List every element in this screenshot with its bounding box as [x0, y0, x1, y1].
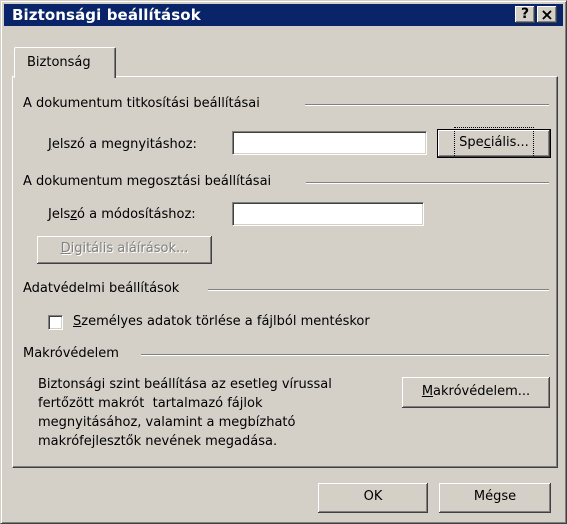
remove-personal-info-checkbox[interactable]: [48, 315, 63, 330]
remove-personal-info-label[interactable]: Személyes adatok törlése a fájlból menté…: [73, 314, 370, 329]
macro-group-divider: [141, 354, 549, 356]
encryption-group-title: A dokumentum titkosítási beállításai: [23, 96, 260, 111]
open-password-label: Jelszó a megnyitáshoz:: [48, 137, 197, 152]
privacy-group-title: Adatvédelmi beállítások: [23, 281, 180, 296]
modify-password-label: Jelszó a módosításhoz:: [48, 207, 196, 222]
close-icon: ×: [540, 5, 554, 24]
modify-password-input[interactable]: [232, 202, 424, 226]
open-password-input[interactable]: [232, 131, 427, 155]
macro-security-label: Makróvédelem...: [421, 384, 531, 399]
cancel-button-label: Mégse: [473, 489, 517, 504]
macro-description-line: makrófejlesztők nevének megadása.: [38, 434, 278, 449]
ok-button[interactable]: OK: [318, 483, 428, 513]
macro-group-title: Makróvédelem: [23, 346, 119, 361]
ok-button-label: OK: [363, 489, 383, 504]
digital-signatures-label: Digitális aláírások...: [60, 241, 189, 256]
advanced-button-label: Speciális...: [454, 127, 534, 158]
macro-security-button[interactable]: Makróvédelem...: [402, 377, 550, 408]
sharing-group-divider: [306, 182, 549, 184]
advanced-button[interactable]: Speciális...: [437, 127, 551, 158]
tab-security[interactable]: Biztonság: [14, 47, 116, 78]
digital-signatures-button[interactable]: Digitális aláírások...: [37, 236, 212, 264]
window-title: Biztonsági beállítások: [12, 6, 201, 24]
tab-security-label: Biztonság: [27, 55, 91, 70]
encryption-group-divider: [305, 104, 549, 106]
cancel-button[interactable]: Mégse: [439, 483, 551, 513]
help-button[interactable]: ?: [515, 6, 535, 23]
macro-description-line: fertőzött makrót tartalmazó fájlok: [38, 396, 263, 411]
close-button[interactable]: ×: [537, 6, 557, 23]
macro-description: Biztonsági szint beállítása az esetleg v…: [38, 375, 378, 451]
macro-description-line: Biztonsági szint beállítása az esetleg v…: [38, 377, 332, 392]
title-bar[interactable]: Biztonsági beállítások ? ×: [4, 4, 563, 26]
privacy-group-divider: [208, 289, 549, 291]
macro-description-line: megnyitásához, valamint a megbízható: [38, 415, 296, 430]
sharing-group-title: A dokumentum megosztási beállításai: [23, 174, 272, 189]
help-icon: ?: [520, 6, 530, 22]
security-options-dialog: Biztonsági beállítások ? × Biztonság A d…: [0, 0, 567, 524]
